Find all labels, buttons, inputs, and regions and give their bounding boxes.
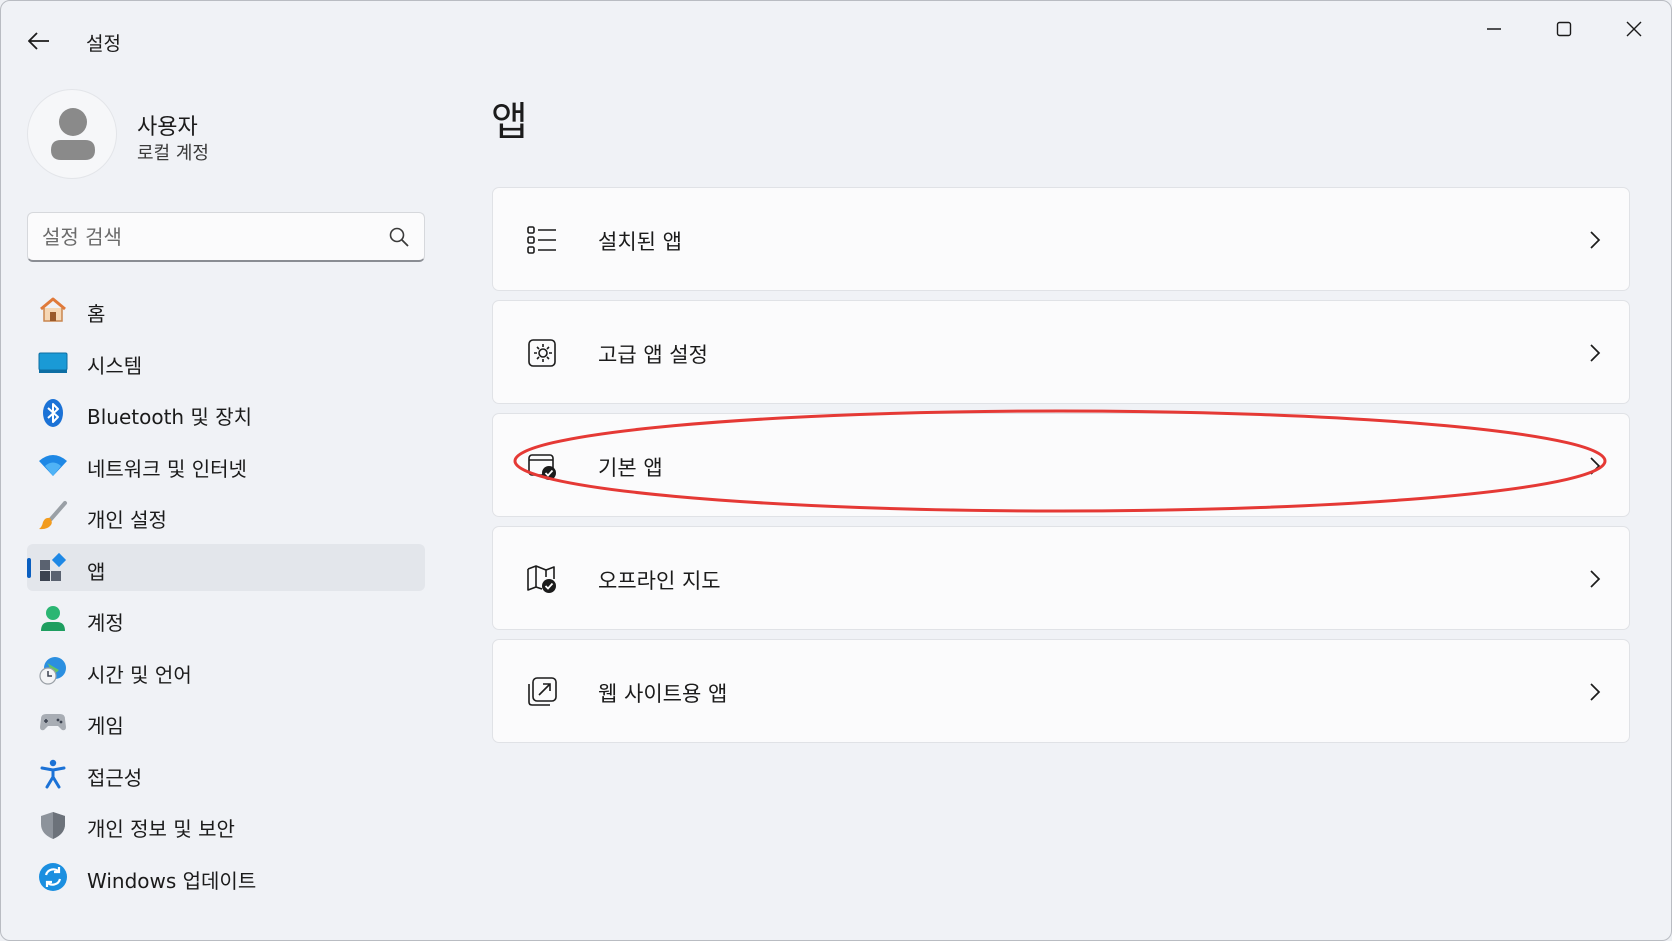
sidebar-item-label: 앱	[87, 559, 106, 584]
sidebar-item-time-language[interactable]: 시간 및 언어	[27, 647, 425, 694]
card-label: 웹 사이트용 앱	[598, 682, 728, 706]
accessibility-icon	[37, 758, 69, 790]
user-avatar-icon	[51, 108, 95, 160]
user-profile[interactable]: 사용자 로컬 계정	[27, 89, 447, 181]
sidebar-nav: 홈 시스템 Bluetooth 및 장치 네트워크 및 인터넷 개인 설정 앱 …	[27, 286, 425, 904]
account-type: 로컬 계정	[137, 143, 209, 164]
chevron-right-icon	[1581, 563, 1609, 595]
card-label: 고급 앱 설정	[598, 343, 708, 367]
sidebar-item-personalization[interactable]: 개인 설정	[27, 492, 425, 539]
chevron-right-icon	[1581, 337, 1609, 369]
sidebar-item-label: 계정	[87, 611, 124, 635]
card-installed-apps[interactable]: 설치된 앱	[492, 187, 1630, 291]
sidebar-item-accounts[interactable]: 계정	[27, 595, 425, 642]
sidebar-item-network[interactable]: 네트워크 및 인터넷	[27, 441, 425, 488]
sidebar-item-windows-update[interactable]: Windows 업데이트	[27, 853, 425, 900]
card-default-apps[interactable]: 기본 앱	[492, 413, 1630, 517]
close-icon	[1626, 21, 1642, 37]
home-icon	[37, 294, 69, 326]
app-title: 설정	[86, 33, 121, 55]
apps-settings-list: 설치된 앱 고급 앱 설정 기본 앱 오프라인 지도 웹 사이트용 앱	[492, 187, 1630, 752]
sidebar-item-label: 시간 및 언어	[87, 662, 192, 687]
card-label: 오프라인 지도	[598, 569, 721, 593]
wifi-icon	[37, 449, 69, 481]
card-offline-maps[interactable]: 오프라인 지도	[492, 526, 1630, 630]
sidebar-item-label: 게임	[87, 714, 124, 738]
sidebar-item-bluetooth[interactable]: Bluetooth 및 장치	[27, 389, 425, 436]
sidebar-item-accessibility[interactable]: 접근성	[27, 750, 425, 797]
account-icon	[37, 603, 69, 635]
maximize-icon	[1556, 21, 1572, 37]
sidebar-item-gaming[interactable]: 게임	[27, 698, 425, 745]
advanced-app-settings-icon	[523, 334, 561, 372]
settings-window: 설정 사용자 로컬 계정 설정 검색 홈 시스템 Bluetooth 및 장치 …	[0, 0, 1672, 941]
sidebar-item-label: 개인 설정	[87, 508, 167, 532]
sidebar-item-apps[interactable]: 앱	[27, 543, 425, 591]
gamepad-icon	[37, 706, 69, 738]
shield-icon	[37, 809, 69, 841]
sidebar-item-label: Windows 업데이트	[87, 868, 257, 893]
card-advanced-app-settings[interactable]: 고급 앱 설정	[492, 300, 1630, 404]
sidebar-item-label: 시스템	[87, 353, 143, 378]
sidebar-item-label: 접근성	[87, 765, 143, 790]
maximize-button[interactable]	[1534, 9, 1594, 49]
default-apps-icon	[523, 447, 561, 485]
sidebar-item-label: 홈	[87, 302, 106, 326]
update-icon	[37, 861, 69, 893]
settings-search[interactable]	[27, 212, 425, 262]
brush-icon	[37, 500, 69, 532]
card-label: 기본 앱	[598, 456, 663, 480]
system-icon	[37, 346, 69, 378]
avatar	[27, 89, 117, 179]
selection-indicator	[27, 557, 31, 578]
sidebar-item-label: 개인 정보 및 보안	[87, 817, 235, 841]
user-name: 사용자	[137, 115, 198, 140]
installed-apps-icon	[523, 221, 561, 259]
chevron-right-icon	[1581, 224, 1609, 256]
title-bar: 설정	[1, 1, 1671, 81]
back-button[interactable]	[21, 23, 57, 59]
minimize-icon	[1487, 28, 1501, 30]
chevron-right-icon	[1581, 450, 1609, 482]
card-apps-for-websites[interactable]: 웹 사이트용 앱	[492, 639, 1630, 743]
arrow-left-icon	[28, 32, 49, 50]
card-label: 설치된 앱	[598, 230, 682, 254]
bluetooth-icon	[37, 397, 69, 429]
sidebar-item-home[interactable]: 홈	[27, 286, 425, 333]
sidebar-item-system[interactable]: 시스템	[27, 338, 425, 385]
sidebar-item-label: 네트워크 및 인터넷	[87, 456, 247, 481]
apps-for-websites-icon	[523, 673, 561, 711]
time-language-icon	[37, 655, 69, 687]
sidebar-item-privacy-security[interactable]: 개인 정보 및 보안	[27, 801, 425, 848]
minimize-button[interactable]	[1464, 9, 1524, 49]
search-input[interactable]	[42, 223, 372, 251]
search-icon[interactable]	[388, 226, 410, 248]
apps-icon	[37, 552, 69, 584]
close-button[interactable]	[1604, 9, 1664, 49]
page-title: 앱	[491, 99, 528, 145]
sidebar-item-label: Bluetooth 및 장치	[87, 405, 253, 429]
offline-maps-icon	[523, 560, 561, 598]
chevron-right-icon	[1581, 676, 1609, 708]
